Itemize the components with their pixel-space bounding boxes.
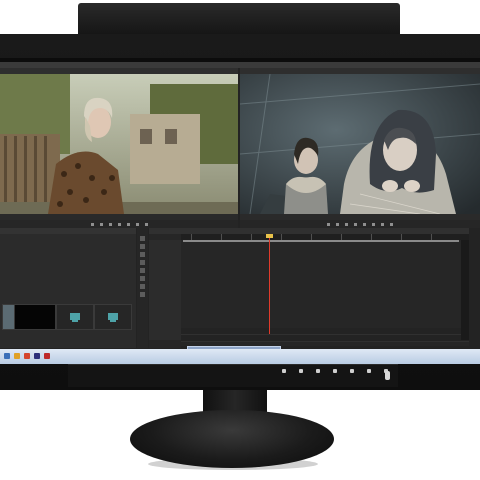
- play-icon[interactable]: [345, 222, 348, 226]
- export-frame-icon[interactable]: [390, 222, 393, 226]
- monitor-hood: [78, 3, 400, 37]
- osd-icon: [366, 369, 371, 373]
- go-to-out-icon[interactable]: [363, 222, 366, 226]
- step-forward-icon[interactable]: [126, 222, 130, 226]
- osd-button[interactable]: [329, 369, 340, 375]
- program-video-image: [240, 74, 480, 214]
- go-to-in-icon[interactable]: [327, 222, 330, 226]
- slip-tool-icon[interactable]: [140, 268, 145, 273]
- ripple-edit-tool-icon[interactable]: [140, 252, 145, 257]
- osd-icon: [332, 369, 337, 373]
- start-button-icon[interactable]: [4, 353, 10, 359]
- zoom-tool-icon[interactable]: [140, 292, 145, 297]
- selection-tool-icon[interactable]: [140, 236, 145, 241]
- project-clip-thumbnail[interactable]: [14, 304, 56, 330]
- timeline-panel: [149, 228, 469, 364]
- power-button-icon[interactable]: [385, 371, 390, 380]
- source-monitor: [0, 68, 238, 228]
- program-monitor: [240, 68, 480, 228]
- program-video-frame[interactable]: [240, 74, 480, 214]
- osd-button[interactable]: [278, 369, 289, 375]
- lift-icon[interactable]: [372, 222, 375, 226]
- project-sequence-thumbnail[interactable]: [56, 304, 94, 330]
- app-icon[interactable]: [24, 353, 30, 359]
- insert-icon[interactable]: [135, 222, 139, 226]
- source-video-frame[interactable]: [0, 74, 238, 214]
- osd-button[interactable]: [346, 369, 357, 375]
- osd-icon: [298, 369, 303, 373]
- monitor-control-strip: [68, 364, 398, 387]
- hand-tool-icon[interactable]: [140, 284, 145, 289]
- osd-icon: [281, 369, 286, 373]
- osd-button-group: [278, 369, 391, 375]
- sequence-icon: [57, 305, 93, 329]
- timeline-scrollbar[interactable]: [461, 240, 469, 340]
- mark-out-icon[interactable]: [99, 222, 103, 226]
- playhead-handle[interactable]: [266, 234, 273, 238]
- step-back-icon[interactable]: [108, 222, 112, 226]
- razor-tool-icon[interactable]: [140, 260, 145, 265]
- track-select-tool-icon[interactable]: [140, 244, 145, 249]
- project-panel: [0, 228, 136, 348]
- premiere-icon[interactable]: [34, 353, 40, 359]
- stand-base: [130, 410, 334, 468]
- play-icon[interactable]: [117, 222, 121, 226]
- sequence-icon: [95, 305, 131, 329]
- os-taskbar: [0, 349, 480, 364]
- osd-button[interactable]: [295, 369, 306, 375]
- track-headers: [149, 240, 181, 340]
- work-area-bar[interactable]: [183, 240, 459, 242]
- source-video-image: [0, 74, 238, 214]
- extract-icon[interactable]: [381, 222, 384, 226]
- monitor-screen: [0, 58, 480, 364]
- project-panel-tabs[interactable]: [0, 228, 136, 234]
- project-sequence-thumbnail[interactable]: [94, 304, 132, 330]
- program-transport-controls: [240, 220, 480, 228]
- app-icon[interactable]: [44, 353, 50, 359]
- osd-button[interactable]: [363, 369, 374, 375]
- mark-in-icon[interactable]: [90, 222, 94, 226]
- video-track-row[interactable]: [181, 328, 469, 335]
- playhead[interactable]: [269, 234, 270, 334]
- step-forward-icon[interactable]: [354, 222, 357, 226]
- tools-panel: [137, 228, 148, 348]
- osd-icon: [315, 369, 320, 373]
- pen-tool-icon[interactable]: [140, 276, 145, 281]
- osd-icon: [349, 369, 354, 373]
- osd-button[interactable]: [312, 369, 323, 375]
- folder-icon[interactable]: [14, 353, 20, 359]
- step-back-icon[interactable]: [336, 222, 339, 226]
- source-transport-controls: [0, 220, 238, 228]
- overwrite-icon[interactable]: [144, 222, 148, 226]
- video-track-row[interactable]: [181, 335, 469, 342]
